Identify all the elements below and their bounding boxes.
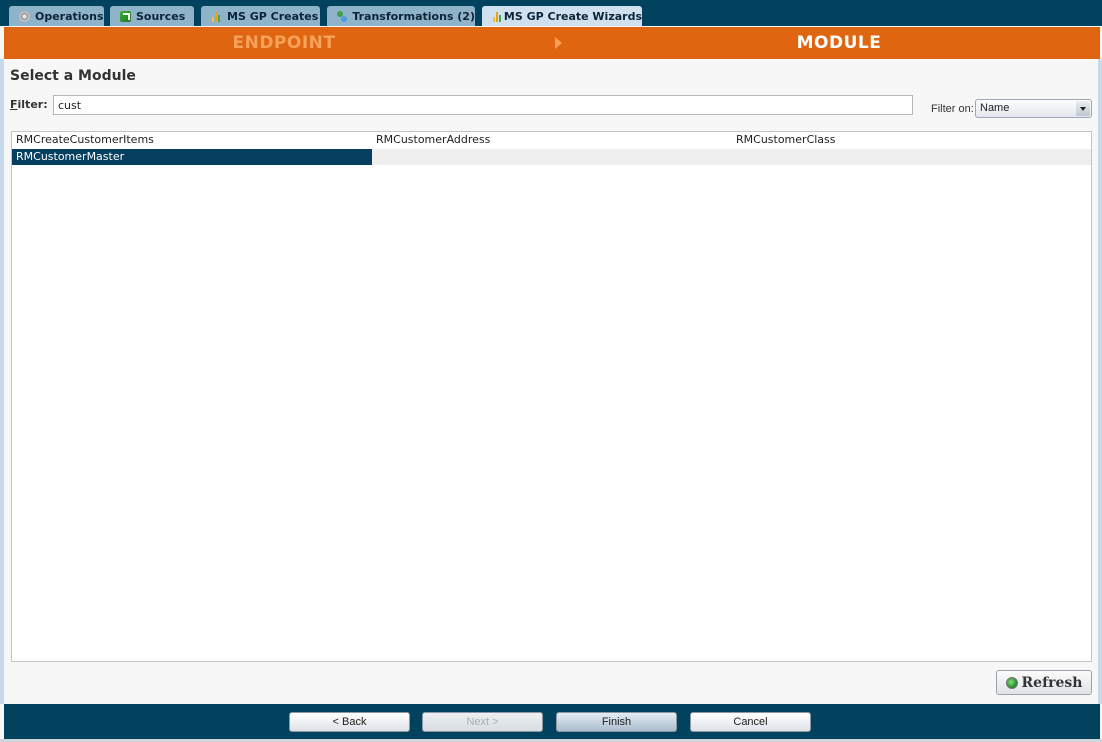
tab-label: Transformations (2) (352, 9, 475, 23)
refresh-label: Refresh (1021, 674, 1083, 691)
tab-label: MS GP Creates (227, 9, 319, 23)
module-item-selected[interactable]: RMCustomerMaster (12, 149, 372, 165)
module-list: RMCreateCustomerItems RMCustomerAddress … (11, 131, 1092, 662)
tab-transformations[interactable]: Transformations (2) (327, 6, 475, 26)
window-border-right (1098, 59, 1102, 704)
back-button[interactable]: < Back (289, 712, 410, 732)
sources-icon (120, 10, 131, 22)
filter-input[interactable] (53, 95, 913, 115)
step-endpoint: ENDPOINT (232, 33, 336, 53)
filter-label-text: ilter: (17, 98, 48, 111)
table-row: RMCustomerMaster (12, 149, 1091, 165)
tab-ms-gp-creates[interactable]: MS GP Creates (201, 6, 320, 26)
refresh-button[interactable]: Refresh (996, 670, 1092, 695)
chart-icon (211, 11, 222, 22)
window-border-left (0, 59, 4, 704)
transformations-icon (337, 10, 348, 22)
module-item[interactable]: RMCreateCustomerItems (12, 132, 372, 148)
chevron-down-icon[interactable] (1076, 101, 1090, 116)
page-title: Select a Module (10, 68, 136, 84)
table-row: RMCreateCustomerItems RMCustomerAddress … (12, 132, 1091, 148)
filter-on-select[interactable]: Name (975, 99, 1092, 118)
module-item[interactable]: RMCustomerClass (732, 132, 1092, 148)
wizard-step-bar: ENDPOINT MODULE (4, 27, 1100, 59)
tab-sources[interactable]: Sources (110, 6, 194, 26)
tab-label: MS GP Create Wizards (503, 9, 642, 23)
cancel-button[interactable]: Cancel (690, 712, 811, 732)
filter-label-accelerator: F (10, 98, 18, 111)
tab-label: Sources (136, 9, 186, 23)
filter-on-label: Filter on: (931, 103, 974, 115)
filter-on-value: Name (980, 102, 1010, 114)
tab-label: Operations (35, 9, 104, 23)
tab-strip: Operations Sources MS GP Creates Transfo… (0, 0, 1102, 26)
next-button[interactable]: Next > (422, 712, 543, 732)
chart-icon (492, 11, 501, 22)
wizard-button-bar: < Back Next > Finish Cancel (4, 704, 1100, 739)
tab-ms-gp-create-wizards[interactable]: MS GP Create Wizards (482, 6, 642, 26)
filter-label: Filter: (10, 98, 48, 111)
step-module: MODULE (796, 33, 882, 53)
operations-icon (19, 10, 30, 22)
refresh-icon (1005, 676, 1018, 689)
module-item[interactable]: RMCustomerAddress (372, 132, 732, 148)
step-arrow-icon (555, 37, 562, 49)
tab-operations[interactable]: Operations (9, 6, 104, 26)
finish-button[interactable]: Finish (556, 712, 677, 732)
